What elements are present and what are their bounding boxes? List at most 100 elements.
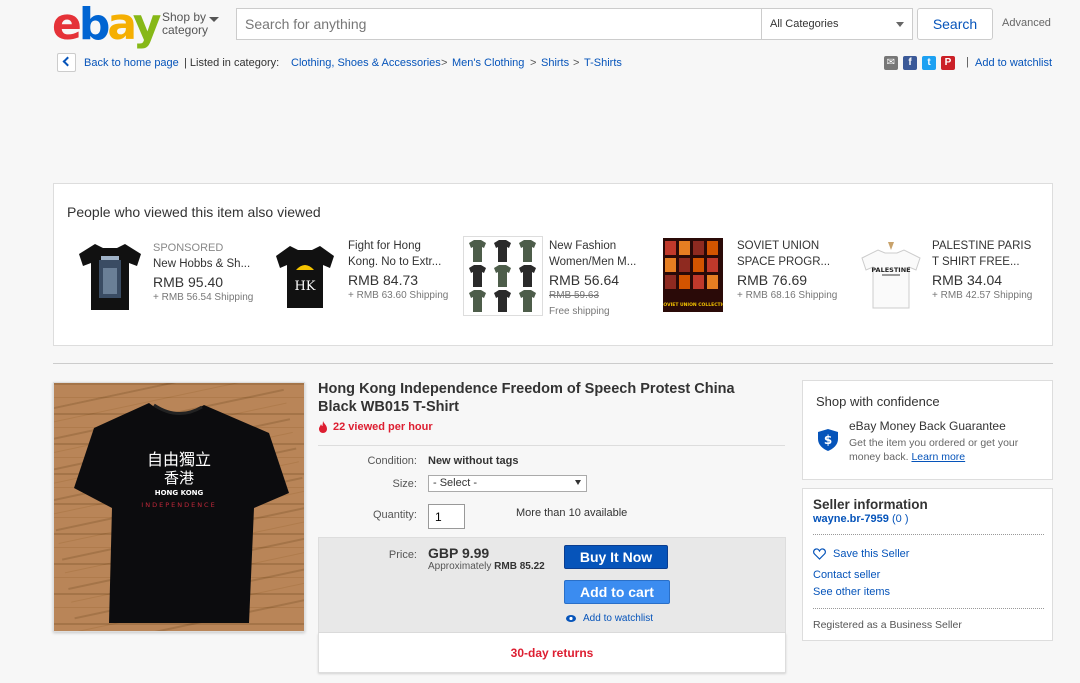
product-title: Hong Kong Independence Freedom of Speech… <box>318 381 735 415</box>
views-indicator: 22 viewed per hour <box>318 421 433 433</box>
breadcrumb-separator: > <box>441 57 448 69</box>
email-icon[interactable]: ✉ <box>884 56 898 70</box>
search-button[interactable]: Search <box>917 8 993 40</box>
item-title: Fight for Hong <box>348 240 421 252</box>
tee-thumb <box>707 258 718 272</box>
item-title: SOVIET UNION <box>737 240 820 252</box>
add-to-watchlist-link[interactable]: Add to watchlist <box>975 57 1052 69</box>
item-shipping: + RMB 42.57 Shipping <box>932 290 1033 301</box>
learn-more-link[interactable]: Learn more <box>911 451 965 463</box>
tee-thumb <box>469 290 486 312</box>
product-thumbnail[interactable]: HK <box>268 238 342 312</box>
tee-thumb <box>693 241 704 255</box>
money-back-guarantee-title: eBay Money Back Guarantee <box>849 419 1006 433</box>
category-dropdown[interactable]: All Categories <box>761 8 913 40</box>
price-approximate: Approximately RMB 85.22 <box>428 561 545 572</box>
search-input[interactable] <box>237 9 761 39</box>
views-text: 22 viewed per hour <box>333 421 433 433</box>
item-title: T SHIRT FREE... <box>932 256 1020 268</box>
item-title: Women/Men M... <box>549 256 637 268</box>
item-shipping: + RMB 63.60 Shipping <box>348 290 449 301</box>
item-original-price: RMB 59.63 <box>549 290 600 301</box>
item-title: SPACE PROGR... <box>737 256 831 268</box>
chevron-down-icon <box>209 17 219 22</box>
size-label: Size: <box>392 478 417 490</box>
size-select[interactable]: - Select - <box>428 475 587 492</box>
twitter-icon[interactable]: t <box>922 56 936 70</box>
product-thumbnail[interactable] <box>463 236 543 316</box>
breadcrumb-t-shirts[interactable]: T-Shirts <box>584 57 622 69</box>
quantity-label: Quantity: <box>372 509 417 521</box>
shop-with-confidence-panel: Shop with confidence $ eBay Money Back G… <box>802 380 1053 480</box>
product-main-image[interactable]: 自由獨立 香港 HONG KONG INDEPENDENCE <box>53 382 305 632</box>
add-to-cart-button[interactable]: Add to cart <box>564 580 670 604</box>
tee-thumb <box>665 258 676 272</box>
confidence-title: Shop with confidence <box>816 394 940 409</box>
tee-thumb <box>519 265 536 287</box>
returns-text: 30-day returns <box>510 646 594 660</box>
tee-thumb <box>679 258 690 272</box>
item-price: RMB 34.04 <box>932 272 1003 288</box>
quantity-input[interactable] <box>428 504 465 529</box>
advanced-search-link[interactable]: Advanced <box>1002 17 1051 29</box>
item-price: RMB 95.40 <box>153 274 224 290</box>
back-arrow-button[interactable] <box>57 53 76 72</box>
product-thumbnail[interactable]: SOVIET UNION COLLECTION <box>660 238 730 312</box>
product-thumbnail[interactable]: PALESTINE <box>854 238 928 312</box>
divider <box>813 534 1044 535</box>
seller-name-link[interactable]: wayne.br-7959 <box>813 513 889 525</box>
listed-in-label: | Listed in category: <box>184 57 280 69</box>
save-seller-button[interactable]: Save this Seller <box>813 548 909 560</box>
divider <box>53 363 1053 364</box>
chevron-down-icon <box>896 22 904 27</box>
item-title: PALESTINE PARIS <box>932 240 1032 252</box>
also-viewed-panel: People who viewed this item also viewed … <box>53 183 1053 346</box>
tee-thumb <box>693 275 704 289</box>
tee-thumb <box>469 265 486 287</box>
ebay-logo[interactable]: ebay <box>52 3 161 47</box>
heart-icon <box>813 548 826 560</box>
item-shipping: + RMB 56.54 Shipping <box>153 292 254 303</box>
tee-thumb <box>707 275 718 289</box>
image-text-hongkong-cn: 香港 <box>164 469 194 487</box>
thumb-palestine-text: PALESTINE <box>871 266 910 274</box>
search-box <box>236 8 761 40</box>
condition-label: Condition: <box>367 455 417 467</box>
see-other-items-link[interactable]: See other items <box>813 586 890 598</box>
seller-feedback-score[interactable]: (0 ) <box>892 513 909 525</box>
seller-info-title: Seller information <box>813 497 928 512</box>
back-to-home-link[interactable]: Back to home page <box>84 57 179 69</box>
facebook-icon[interactable]: f <box>903 56 917 70</box>
item-price: RMB 56.64 <box>549 272 620 288</box>
image-text-hongkong: HONG KONG <box>155 489 204 497</box>
breadcrumb-separator: > <box>530 57 537 69</box>
also-viewed-title: People who viewed this item also viewed <box>67 204 321 220</box>
buy-it-now-button[interactable]: Buy It Now <box>564 545 668 569</box>
breadcrumb-mens-clothing[interactable]: Men's Clothing <box>452 57 524 69</box>
tee-thumb <box>469 240 486 262</box>
availability-text: More than 10 available <box>516 507 628 519</box>
shield-dollar-icon: $ <box>818 429 838 456</box>
flame-icon <box>319 421 327 433</box>
breadcrumb-shirts[interactable]: Shirts <box>541 57 569 69</box>
tee-thumb <box>494 265 511 287</box>
pinterest-icon[interactable]: P <box>941 56 955 70</box>
breadcrumb-clothing[interactable]: Clothing, Shoes & Accessories <box>291 57 441 69</box>
eye-icon <box>566 615 576 622</box>
tee-thumb <box>494 240 511 262</box>
tee-thumb <box>679 275 690 289</box>
product-thumbnail[interactable] <box>73 238 147 312</box>
sponsored-label: SPONSORED <box>153 242 224 254</box>
tee-thumb <box>693 258 704 272</box>
shop-by-category-button[interactable]: Shop by category <box>162 11 208 37</box>
divider <box>813 608 1044 609</box>
contact-seller-link[interactable]: Contact seller <box>813 569 880 581</box>
tee-thumb <box>707 241 718 255</box>
share-icons: ✉ f t P <box>884 56 955 70</box>
add-to-watchlist-button[interactable]: Add to watchlist <box>566 613 653 624</box>
returns-panel: 30-day returns <box>318 633 786 673</box>
item-title: Kong. No to Extr... <box>348 256 442 268</box>
tee-thumb <box>519 240 536 262</box>
image-text-chinese: 自由獨立 <box>147 450 211 469</box>
tee-thumb <box>665 241 676 255</box>
